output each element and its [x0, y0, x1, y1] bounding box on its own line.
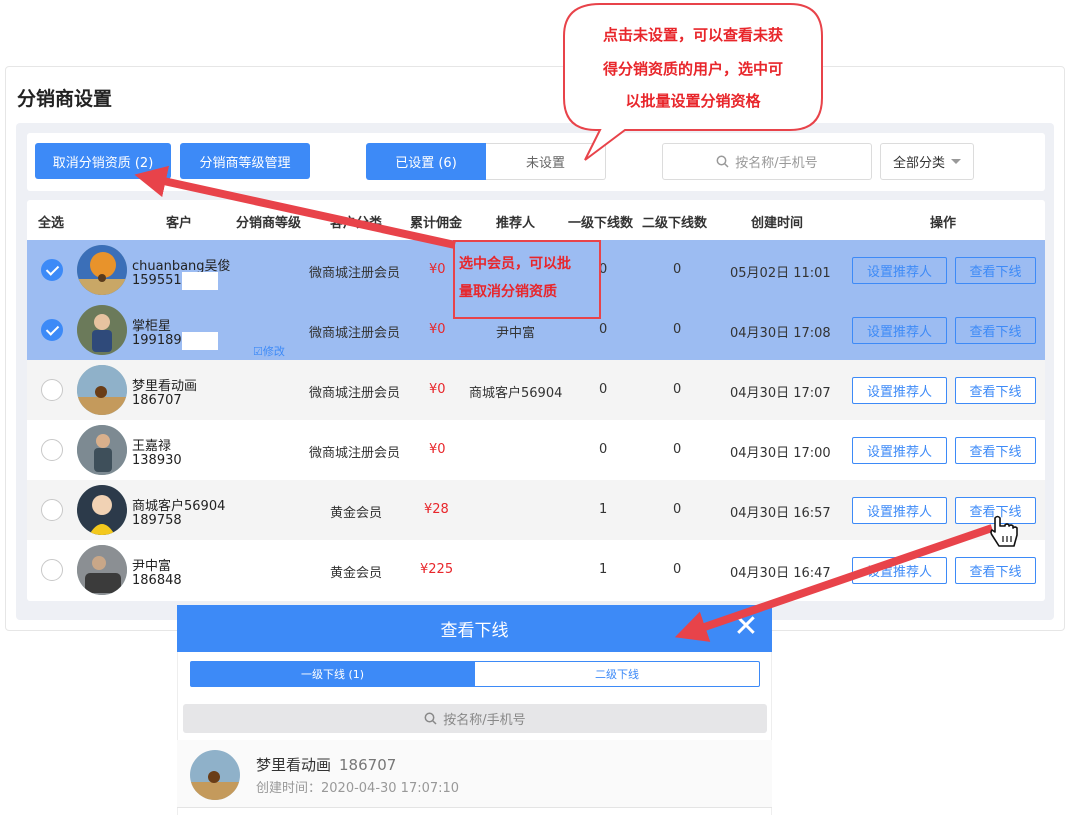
- speech-bubble: 点击未设置，可以查看未获 得分销资质的用户，选中可 以批量设置分销资格: [563, 3, 823, 161]
- bubble-line: 点击未设置，可以查看未获: [603, 26, 783, 44]
- bubble-line: 得分销资质的用户，选中可: [602, 60, 783, 78]
- bubble-line: 以批量设置分销资格: [625, 92, 761, 110]
- hand-pointer-icon: [990, 515, 1018, 547]
- annotation-arrow: [134, 165, 456, 249]
- annotation-overlay: 点击未设置，可以查看未获 得分销资质的用户，选中可 以批量设置分销资格: [134, 3, 1018, 642]
- annotation-arrow: [674, 524, 994, 642]
